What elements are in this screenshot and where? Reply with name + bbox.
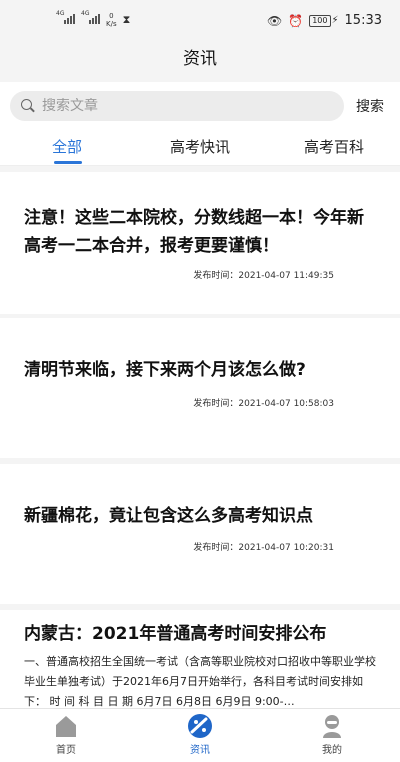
article-card[interactable]: 注意！这些二本院校，分数线超一本！今年新高考一二本合并，报考更要谨慎！ 发布时间… bbox=[0, 172, 400, 314]
status-bar: 4G 4G 0 K/s ⧗ 👁 ⏰ 100 ⚡ 15:33 bbox=[0, 0, 400, 40]
network-speed: 0 K/s bbox=[106, 12, 117, 28]
article-list: 注意！这些二本院校，分数线超一本！今年新高考一二本合并，报考更要谨慎！ 发布时间… bbox=[0, 166, 400, 710]
article-title: 清明节来临，接下来两个月该怎么做? bbox=[24, 360, 306, 380]
nav-home-label: 首页 bbox=[56, 745, 76, 756]
tab-gaokao-encyclopedia[interactable]: 高考百科 bbox=[304, 136, 364, 157]
article-card[interactable]: 内蒙古：2021年普通高考时间安排公布 一、普通高校招生全国统一考试（含高等职业… bbox=[0, 610, 400, 710]
page-title: 资讯 bbox=[0, 40, 400, 82]
eye-icon: 👁 bbox=[267, 13, 283, 28]
nav-profile-label: 我的 bbox=[322, 745, 342, 756]
search-input[interactable] bbox=[42, 98, 322, 114]
network-speed-unit: K/s bbox=[106, 20, 117, 28]
article-card[interactable]: 清明节来临，接下来两个月该怎么做? 发布时间：2021-04-07 10:58:… bbox=[0, 318, 400, 458]
category-tabs: 全部 高考快讯 高考百科 bbox=[0, 130, 400, 166]
nav-news-label: 资讯 bbox=[190, 745, 210, 756]
cell-signal-icon-2: 4G bbox=[81, 10, 100, 24]
search-icon bbox=[20, 98, 36, 114]
article-time: 发布时间：2021-04-07 11:49:35 bbox=[193, 271, 334, 281]
article-title: 新疆棉花，竟让包含这么多高考知识点 bbox=[24, 506, 313, 526]
network-speed-value: 0 bbox=[109, 12, 114, 20]
search-box[interactable] bbox=[10, 91, 344, 121]
tab-all[interactable]: 全部 bbox=[52, 136, 82, 157]
article-card[interactable]: 新疆棉花，竟让包含这么多高考知识点 发布时间：2021-04-07 10:20:… bbox=[0, 464, 400, 604]
home-icon bbox=[53, 713, 79, 739]
nav-profile[interactable]: 我的 bbox=[302, 713, 362, 756]
article-title: 注意！这些二本院校，分数线超一本！今年新高考一二本合并，报考更要谨慎！ bbox=[24, 208, 364, 256]
tab-gaokao-news[interactable]: 高考快讯 bbox=[170, 136, 230, 157]
network-type-2: 4G bbox=[81, 10, 90, 17]
alarm-icon: ⏰ bbox=[288, 13, 304, 28]
nav-home[interactable]: 首页 bbox=[36, 713, 96, 756]
bottom-navigation: 首页 资讯 我的 bbox=[0, 708, 400, 762]
active-tab-indicator bbox=[54, 161, 82, 164]
search-bar: 搜索 bbox=[0, 82, 400, 130]
article-title: 内蒙古：2021年普通高考时间安排公布 bbox=[24, 624, 327, 644]
battery-level: 100 bbox=[309, 14, 331, 27]
article-time: 发布时间：2021-04-07 10:58:03 bbox=[193, 399, 334, 409]
hourglass-icon: ⧗ bbox=[122, 13, 131, 26]
article-summary: 一、普通高校招生全国统一考试（含高等职业院校对口招收中等职业学校毕业生单独考试）… bbox=[24, 655, 376, 708]
profile-icon bbox=[319, 713, 345, 739]
network-type-1: 4G bbox=[56, 10, 65, 17]
status-time: 15:33 bbox=[344, 13, 382, 28]
battery-icon: 100 ⚡ bbox=[309, 14, 339, 27]
news-icon bbox=[187, 713, 213, 739]
charging-icon: ⚡ bbox=[331, 15, 339, 26]
article-time: 发布时间：2021-04-07 10:20:31 bbox=[193, 543, 334, 553]
nav-news[interactable]: 资讯 bbox=[170, 713, 230, 756]
search-button[interactable]: 搜索 bbox=[356, 96, 384, 116]
cell-signal-icon: 4G bbox=[56, 10, 75, 24]
